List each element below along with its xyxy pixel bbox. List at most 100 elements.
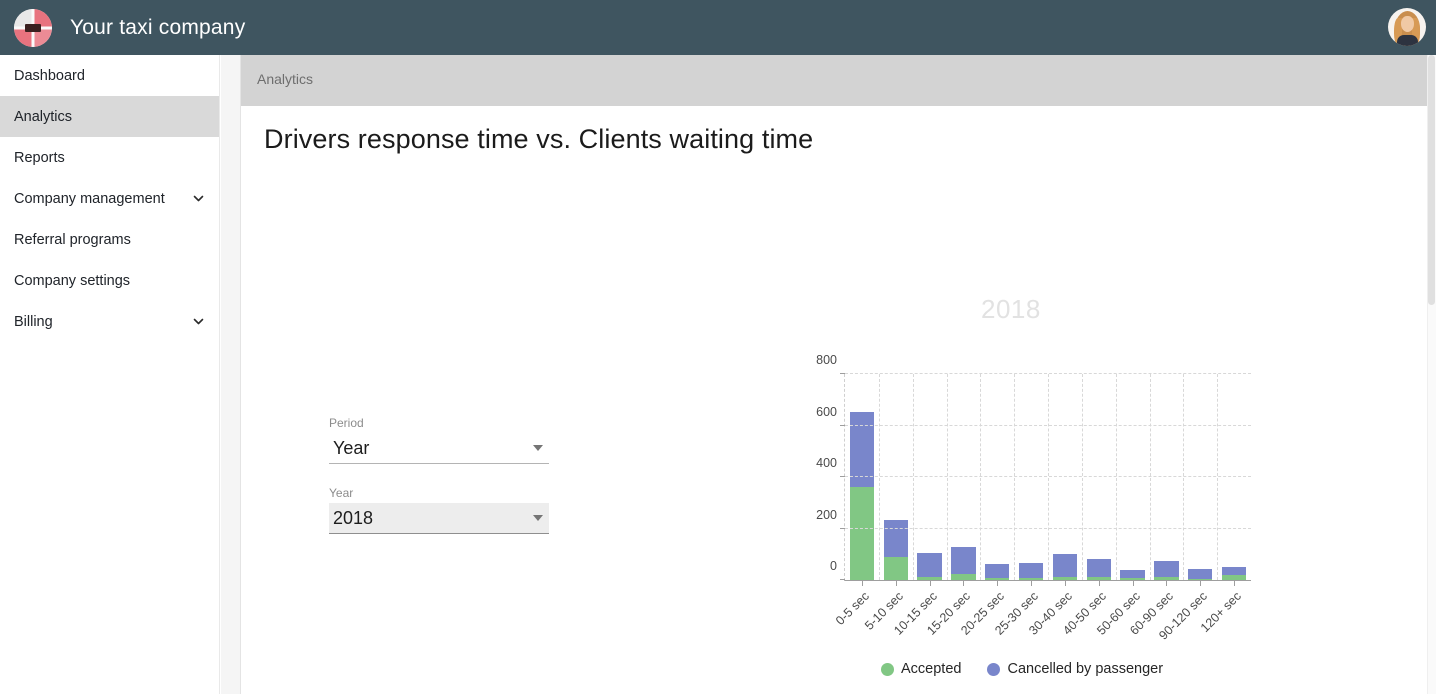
year-select[interactable]: 2018 — [329, 503, 549, 534]
legend-item[interactable]: Accepted — [881, 661, 961, 677]
chart-vgridline — [878, 374, 880, 580]
page-title: Drivers response time vs. Clients waitin… — [264, 124, 814, 154]
chart-bar-slot — [1014, 374, 1048, 580]
brand-title: Your taxi company — [70, 15, 246, 39]
chart-bar[interactable] — [1154, 561, 1179, 580]
legend-color-swatch — [881, 662, 894, 676]
chart-subtitle: 2018 — [981, 294, 1041, 324]
user-avatar-icon[interactable] — [1388, 8, 1426, 46]
sub-header: Analytics — [241, 55, 1436, 106]
chart-bar[interactable] — [917, 552, 942, 580]
chart-bar[interactable] — [1052, 554, 1078, 580]
chart-bar[interactable] — [1120, 570, 1145, 580]
chart-bar-segment-cancelled — [1154, 561, 1179, 577]
chart-vgridline — [1081, 374, 1083, 580]
taxi-logo-icon[interactable] — [14, 8, 52, 47]
chart-vgridline — [1149, 374, 1151, 580]
chart-bar-slot — [1082, 374, 1116, 580]
chart-x-tick-mark — [1098, 580, 1100, 586]
chart-bar[interactable] — [1018, 562, 1044, 580]
legend-label: Cancelled by passenger — [1007, 661, 1164, 677]
sidebar-item-referral-programs[interactable]: Referral programs — [0, 219, 219, 260]
chart-x-tick-mark — [929, 580, 931, 586]
chart-y-tick-mark — [840, 424, 845, 426]
chevron-down-icon[interactable] — [192, 315, 205, 328]
chart-bar-segment-cancelled — [1018, 562, 1044, 578]
vertical-scrollbar-thumb[interactable] — [1428, 55, 1435, 305]
year-value: 2018 — [333, 507, 374, 528]
top-bar: Your taxi company — [0, 0, 1436, 55]
content-gutter — [221, 55, 241, 694]
chart-vgridline — [1115, 374, 1117, 580]
chart-bar-segment-cancelled — [1052, 554, 1078, 578]
period-value: Year — [333, 437, 370, 458]
period-select[interactable]: Year — [329, 433, 549, 464]
chart-y-tick-mark — [840, 373, 845, 374]
chart-x-tick-mark — [1234, 580, 1236, 586]
chart-bar-segment-cancelled — [1188, 569, 1213, 579]
chart-bar-slot — [1217, 374, 1251, 580]
chart-controls: Period Year Year 2018 — [329, 416, 549, 556]
chart-y-tick-label: 800 — [816, 353, 837, 367]
sidebar-item-reports[interactable]: Reports — [0, 137, 219, 178]
dropdown-caret-icon — [533, 515, 543, 521]
chart-bar-segment-cancelled — [951, 546, 976, 574]
sidebar-item-label: Billing — [14, 313, 53, 330]
chart-legend: Accepted Cancelled by passenger — [881, 661, 1163, 677]
chart-vgridline — [912, 374, 914, 580]
vertical-scrollbar[interactable] — [1427, 55, 1436, 694]
chart-y-tick-label: 400 — [816, 456, 837, 470]
sidebar-item-label: Company management — [14, 190, 165, 207]
chart-y-tick-mark — [840, 527, 845, 529]
chart-bar[interactable] — [883, 519, 908, 580]
chart-bar-slot — [879, 374, 913, 580]
chart-bar[interactable] — [985, 564, 1010, 580]
chevron-down-icon[interactable] — [192, 192, 205, 205]
chart-x-tick-mark — [997, 580, 999, 586]
chart-bar[interactable] — [1086, 559, 1111, 580]
chart-vgridline — [1217, 374, 1219, 580]
dropdown-caret-icon — [533, 445, 543, 451]
chart-bar-segment-accepted — [883, 556, 908, 580]
chart-bar-slot — [1183, 374, 1217, 580]
chart-bar-segment-cancelled — [985, 564, 1010, 578]
period-field: Period Year — [329, 416, 549, 464]
sidebar-item-dashboard[interactable]: Dashboard — [0, 55, 219, 96]
chart-x-tick-mark — [963, 580, 965, 586]
legend-label: Accepted — [901, 661, 962, 677]
sidebar-item-company-settings[interactable]: Company settings — [0, 260, 219, 301]
chart-bar-segment-cancelled — [1120, 570, 1145, 579]
app-root: Your taxi company Dashboard Analytics Repo… — [0, 0, 1436, 694]
chart-bar-segment-cancelled — [883, 519, 908, 557]
chart-bar-slot — [1116, 374, 1150, 580]
chart-x-tick-mark — [895, 580, 897, 586]
logo-plate — [25, 23, 41, 32]
chart-plot-area: 0-5 sec 5-10 sec 10-15 sec 15-20 sec 20-25 s… — [816, 353, 1251, 643]
sidebar-item-label: Reports — [14, 149, 65, 166]
chart-vgridline — [1048, 374, 1049, 580]
chart-bar-slot — [913, 374, 947, 580]
chart-bar[interactable] — [1221, 567, 1247, 580]
chart-bar-slot — [1149, 374, 1183, 580]
chart-x-tick-mark — [1166, 580, 1168, 586]
chart-bar-slot — [980, 374, 1014, 580]
legend-item[interactable]: Cancelled by passenger — [987, 661, 1163, 677]
chart-bar-slot — [1048, 374, 1082, 580]
chart-vgridline — [1183, 374, 1185, 580]
chart-bar[interactable] — [1188, 569, 1213, 580]
sidebar-item-label: Analytics — [14, 108, 73, 125]
chart-x-tick-mark — [861, 580, 863, 586]
chart-x-tick-mark — [1031, 580, 1033, 586]
sidebar-item-analytics[interactable]: Analytics — [0, 96, 219, 137]
chart-bar[interactable] — [849, 411, 875, 580]
chart-bar-segment-cancelled — [1221, 567, 1247, 576]
sidebar-item-company-management[interactable]: Company management — [0, 178, 219, 219]
chart-bar-segment-cancelled — [1086, 559, 1111, 578]
chart-x-tick-mark — [1132, 580, 1134, 586]
sidebar: Dashboard Analytics Reports Company managem… — [0, 55, 220, 694]
chart-bar[interactable] — [951, 546, 976, 580]
period-label: Period — [329, 416, 364, 430]
chart-y-tick-label: 600 — [816, 404, 837, 419]
chart-bar-slot — [845, 374, 879, 580]
sidebar-item-billing[interactable]: Billing — [0, 301, 219, 342]
